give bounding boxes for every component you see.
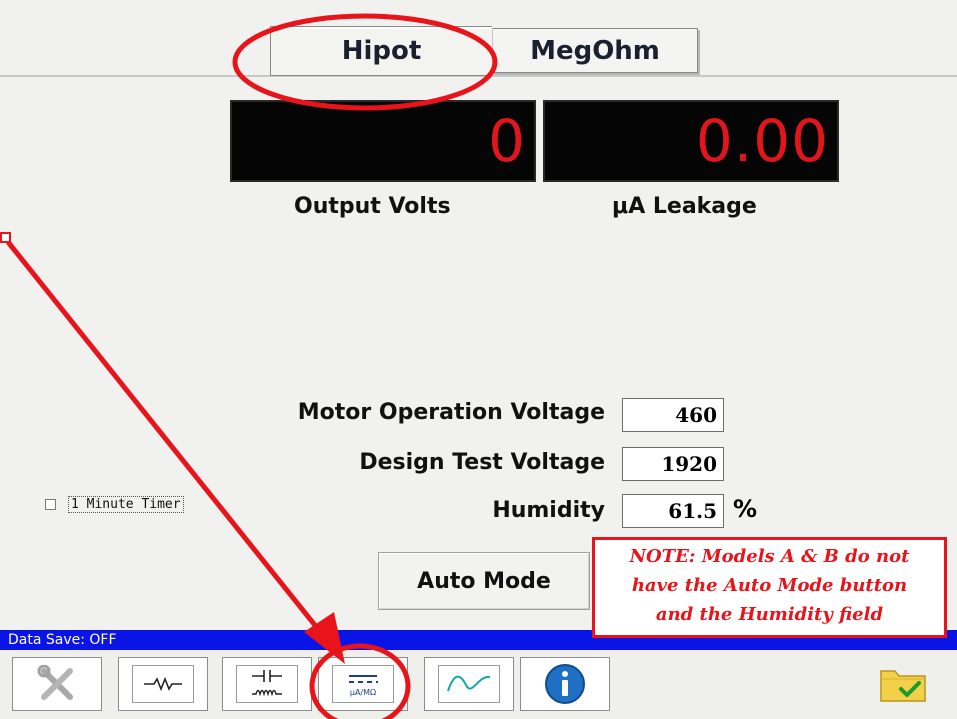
leakage-label: μA Leakage xyxy=(612,194,757,219)
save-data-button[interactable] xyxy=(862,657,944,711)
tools-icon xyxy=(26,665,88,703)
dc-microamp-megohm-icon: μA/MΩ xyxy=(332,665,394,703)
motor-operation-voltage-label: Motor Operation Voltage xyxy=(297,400,605,425)
note-line-3: and the Humidity field xyxy=(655,604,884,625)
humidity-unit: % xyxy=(733,495,758,523)
checkbox-box[interactable] xyxy=(45,499,56,510)
dc-hipot-megohm-button[interactable]: μA/MΩ xyxy=(318,657,408,711)
icon-caption: μA/MΩ xyxy=(349,687,377,697)
resistor-icon xyxy=(132,665,194,703)
waveform-button[interactable] xyxy=(424,657,514,711)
tools-button[interactable] xyxy=(12,657,102,711)
output-volts-display: 0 xyxy=(230,100,536,182)
auto-mode-button[interactable]: Auto Mode xyxy=(378,552,590,610)
humidity-field[interactable]: 61.5 xyxy=(622,494,724,528)
one-minute-timer-label: 1 Minute Timer xyxy=(68,496,184,513)
info-button[interactable] xyxy=(520,657,610,711)
folder-check-icon xyxy=(872,665,934,703)
resistance-button[interactable] xyxy=(118,657,208,711)
motor-operation-voltage-field[interactable]: 460 xyxy=(622,398,724,432)
design-test-voltage-label: Design Test Voltage xyxy=(359,450,605,475)
capacitance-inductance-button[interactable] xyxy=(222,657,312,711)
one-minute-timer-checkbox[interactable]: 1 Minute Timer xyxy=(45,496,184,513)
design-test-voltage-field[interactable]: 1920 xyxy=(622,447,724,481)
note-callout: NOTE: Models A & B do not have the Auto … xyxy=(592,537,947,638)
note-line-1: NOTE: Models A & B do not xyxy=(629,546,910,567)
humidity-label: Humidity xyxy=(492,498,605,523)
waveform-icon xyxy=(438,665,500,703)
tab-megohm[interactable]: MegOhm xyxy=(492,28,698,73)
output-volts-label: Output Volts xyxy=(294,194,451,219)
info-icon xyxy=(534,664,596,704)
capacitor-inductor-icon xyxy=(236,665,298,703)
tab-hipot[interactable]: Hipot xyxy=(270,26,492,76)
leakage-display: 0.00 xyxy=(543,100,839,182)
note-line-2: have the Auto Mode button xyxy=(631,575,908,596)
